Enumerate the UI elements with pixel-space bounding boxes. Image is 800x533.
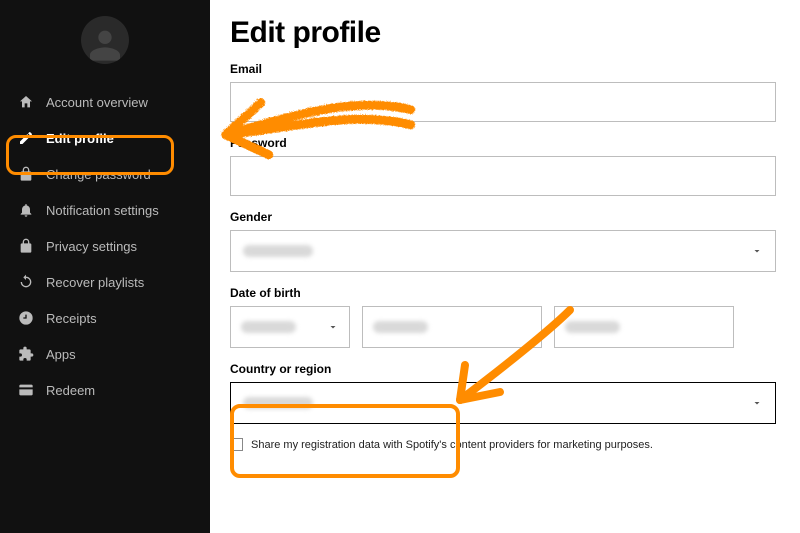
sidebar-item-receipts[interactable]: Receipts — [0, 300, 210, 336]
sidebar-item-label: Recover playlists — [46, 275, 144, 290]
sidebar-item-label: Account overview — [46, 95, 148, 110]
sidebar-item-label: Redeem — [46, 383, 95, 398]
dob-month-select[interactable] — [230, 306, 350, 348]
bell-icon — [18, 202, 34, 218]
gender-select[interactable] — [230, 230, 776, 272]
sidebar-item-change-password[interactable]: Change password — [0, 156, 210, 192]
field-dob: Date of birth — [230, 286, 776, 348]
home-icon — [18, 94, 34, 110]
sidebar-item-notification-settings[interactable]: Notification settings — [0, 192, 210, 228]
country-label: Country or region — [230, 362, 776, 376]
field-country: Country or region — [230, 362, 776, 424]
sidebar: Account overview Edit profile Change pas… — [0, 0, 210, 533]
email-input[interactable] — [230, 82, 776, 122]
sidebar-item-edit-profile[interactable]: Edit profile — [0, 120, 210, 156]
card-icon — [18, 382, 34, 398]
lock-icon — [18, 238, 34, 254]
sidebar-list: Account overview Edit profile Change pas… — [0, 84, 210, 408]
chevron-down-icon — [327, 321, 339, 333]
share-data-row: Share my registration data with Spotify'… — [230, 438, 776, 451]
app-root: Account overview Edit profile Change pas… — [0, 0, 800, 533]
gender-value-redacted — [243, 245, 313, 257]
password-input[interactable] — [230, 156, 776, 196]
pencil-icon — [18, 130, 34, 146]
dob-day-input[interactable] — [362, 306, 542, 348]
sidebar-item-label: Edit profile — [46, 131, 114, 146]
sidebar-item-label: Notification settings — [46, 203, 159, 218]
avatar[interactable] — [81, 16, 129, 64]
gender-label: Gender — [230, 210, 776, 224]
share-data-checkbox[interactable] — [230, 438, 243, 451]
dob-month-redacted — [241, 321, 296, 333]
field-gender: Gender — [230, 210, 776, 272]
sidebar-item-label: Change password — [46, 167, 151, 182]
field-password: Password — [230, 136, 776, 196]
avatar-wrap — [0, 16, 210, 64]
clock-icon — [18, 310, 34, 326]
puzzle-icon — [18, 346, 34, 362]
page-title: Edit profile — [230, 16, 776, 50]
main-content: Edit profile Email Password Gender Date … — [210, 0, 800, 533]
country-select[interactable] — [230, 382, 776, 424]
dob-label: Date of birth — [230, 286, 776, 300]
email-label: Email — [230, 62, 776, 76]
sidebar-item-label: Apps — [46, 347, 76, 362]
field-email: Email — [230, 62, 776, 122]
chevron-down-icon — [751, 397, 763, 409]
sidebar-item-account-overview[interactable]: Account overview — [0, 84, 210, 120]
sidebar-item-recover-playlists[interactable]: Recover playlists — [0, 264, 210, 300]
lock-icon — [18, 166, 34, 182]
chevron-down-icon — [751, 245, 763, 257]
dob-row — [230, 306, 776, 348]
sidebar-item-apps[interactable]: Apps — [0, 336, 210, 372]
sidebar-item-label: Receipts — [46, 311, 97, 326]
dob-year-input[interactable] — [554, 306, 734, 348]
sidebar-item-redeem[interactable]: Redeem — [0, 372, 210, 408]
refresh-icon — [18, 274, 34, 290]
country-value-redacted — [243, 397, 313, 409]
dob-year-redacted — [565, 321, 620, 333]
dob-day-redacted — [373, 321, 428, 333]
password-label: Password — [230, 136, 776, 150]
sidebar-item-label: Privacy settings — [46, 239, 137, 254]
sidebar-item-privacy-settings[interactable]: Privacy settings — [0, 228, 210, 264]
share-data-label: Share my registration data with Spotify'… — [251, 439, 653, 451]
